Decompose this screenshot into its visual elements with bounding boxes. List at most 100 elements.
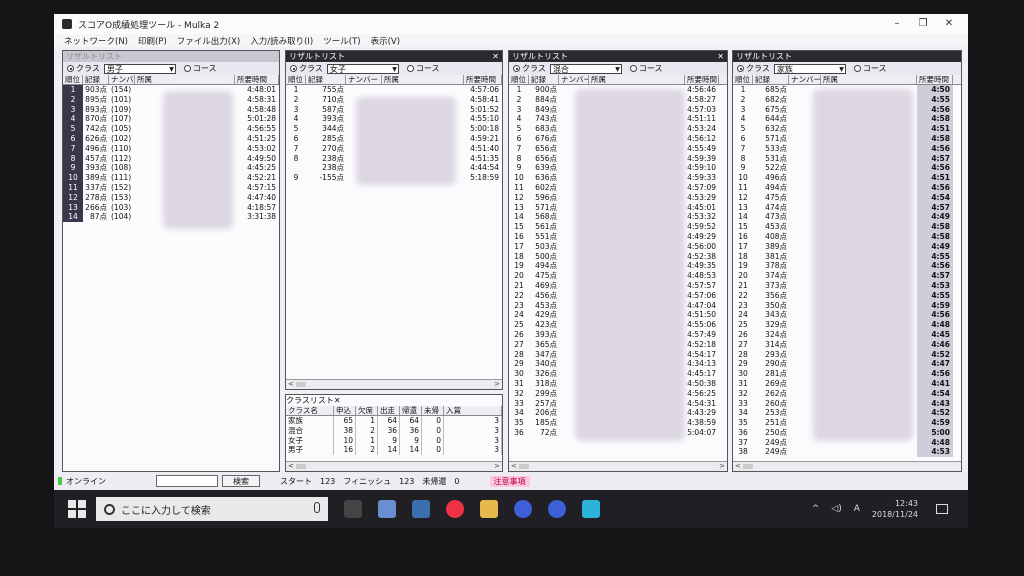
col-affiliation[interactable]: 所属 xyxy=(382,75,464,84)
close-icon[interactable]: ✕ xyxy=(492,51,499,62)
ime-indicator[interactable]: A xyxy=(854,504,860,514)
class-row[interactable]: 女子 10 1 9 9 0 3 xyxy=(286,435,502,446)
time-cell: 4:58 xyxy=(917,133,953,144)
file-explorer-icon[interactable] xyxy=(480,500,498,518)
time-cell: 4:57 xyxy=(917,202,953,213)
col-time[interactable]: 所要時間 xyxy=(235,75,279,84)
course-radio[interactable] xyxy=(183,65,191,72)
menu-view[interactable]: 表示(V) xyxy=(371,35,400,47)
close-button[interactable]: ✕ xyxy=(936,16,962,32)
number-cell: (152) xyxy=(111,182,132,192)
col-time[interactable]: 所要時間 xyxy=(917,75,953,84)
time-cell: 4:53:32 xyxy=(687,212,716,222)
app-icon-5[interactable] xyxy=(582,500,600,518)
col-time[interactable]: 所要時間 xyxy=(464,75,502,84)
col-rank[interactable]: 順位 xyxy=(286,75,306,84)
menu-file-output[interactable]: ファイル出力(X) xyxy=(177,35,240,47)
class-cell: 65 xyxy=(334,416,356,426)
time-cell: 4:45:01 xyxy=(687,202,716,212)
course-radio[interactable] xyxy=(629,65,637,72)
record-cell: 270点 xyxy=(322,143,344,153)
taskbar-search[interactable]: ここに入力して検索 xyxy=(96,497,328,521)
table-row[interactable]: 1 755点 4:57:06 xyxy=(286,85,502,95)
class-select[interactable]: 女子 ▼ xyxy=(326,63,399,74)
col-affiliation[interactable]: 所属 xyxy=(821,75,917,84)
menu-input-read[interactable]: 入力/読み取り(I) xyxy=(250,35,313,47)
rank-cell: 6 xyxy=(516,133,522,143)
class-cell: 9 xyxy=(400,435,422,446)
menu-tools[interactable]: ツール(T) xyxy=(323,35,360,47)
clock[interactable]: 12:43 2018/11/24 xyxy=(872,498,918,520)
volume-icon[interactable]: ◁) xyxy=(831,504,841,514)
horizontal-scrollbar[interactable]: < > xyxy=(286,379,502,389)
search-input[interactable] xyxy=(156,475,218,487)
app-icon-1[interactable] xyxy=(378,500,396,518)
class-select[interactable]: 家族 ▼ xyxy=(773,63,846,74)
app-icon-4[interactable] xyxy=(548,500,566,518)
chrome-icon[interactable] xyxy=(446,500,464,518)
class-cell: 男子 xyxy=(286,445,334,456)
col-rank[interactable]: 順位 xyxy=(509,75,529,84)
col-number[interactable]: ナンバー xyxy=(346,75,382,84)
col-number[interactable]: ナンバー xyxy=(789,75,821,84)
class-radio[interactable] xyxy=(513,65,520,72)
table-row[interactable]: 38 249点 4:53 xyxy=(733,447,961,458)
class-select[interactable]: 混合 ▼ xyxy=(549,63,622,74)
col-affiliation[interactable]: 所属 xyxy=(135,75,235,84)
col-record[interactable]: 記録 xyxy=(306,75,346,84)
col-absent[interactable]: 欠席 xyxy=(356,406,378,415)
status-bar: オンライン 検索 スタート 123 フィニッシュ 123 未帰還 0 注意事項 xyxy=(54,472,968,490)
class-radio[interactable] xyxy=(737,65,744,72)
col-record[interactable]: 記録 xyxy=(83,75,109,84)
col-started[interactable]: 出走 xyxy=(378,406,400,415)
col-prize[interactable]: 入賞 xyxy=(444,406,502,415)
col-not-returned[interactable]: 未帰 xyxy=(422,406,444,415)
time-cell: 4:59:10 xyxy=(687,163,716,173)
windows-start-icon[interactable] xyxy=(68,500,86,518)
class-radio[interactable] xyxy=(67,65,74,72)
menu-network[interactable]: ネットワーク(N) xyxy=(64,35,128,47)
notification-icon[interactable] xyxy=(936,504,948,514)
col-number[interactable]: ナンバー xyxy=(109,75,135,84)
horizontal-scrollbar[interactable]: < xyxy=(733,461,961,471)
close-icon[interactable]: ✕ xyxy=(717,51,724,62)
chevron-up-icon[interactable]: ^ xyxy=(812,504,820,514)
col-returned[interactable]: 帰還 xyxy=(400,406,422,415)
app-icon-3[interactable] xyxy=(514,500,532,518)
horizontal-scrollbar[interactable]: < > xyxy=(286,461,502,471)
col-affiliation[interactable]: 所属 xyxy=(589,75,685,84)
minimize-button[interactable]: – xyxy=(884,16,910,32)
class-row[interactable]: 家族 65 1 64 64 0 3 xyxy=(286,416,502,426)
class-radio[interactable] xyxy=(290,65,297,72)
col-class-name[interactable]: クラス名 xyxy=(286,406,334,415)
col-record[interactable]: 記録 xyxy=(753,75,789,84)
microphone-icon[interactable] xyxy=(314,502,320,513)
col-rank[interactable]: 順位 xyxy=(733,75,753,84)
record-cell: -155点 xyxy=(319,173,344,183)
col-rank[interactable]: 順位 xyxy=(63,75,83,84)
warning-badge[interactable]: 注意事項 xyxy=(489,475,530,487)
record-cell: 365点 xyxy=(535,339,557,349)
record-cell: 347点 xyxy=(535,349,557,359)
horizontal-scrollbar[interactable]: < > xyxy=(509,461,727,471)
class-list-rows: 家族 65 1 64 64 0 3 混合 38 2 36 36 0 3 女子 10 1 9 9 0 3 男子 16 2 14 14… xyxy=(286,416,502,456)
maximize-button[interactable]: ❐ xyxy=(910,16,936,32)
class-select[interactable]: 男子 ▼ xyxy=(103,63,176,74)
time-cell: 4:58:48 xyxy=(247,104,276,114)
col-record[interactable]: 記録 xyxy=(529,75,559,84)
course-radio[interactable] xyxy=(853,65,861,72)
time-cell: 4:55:49 xyxy=(687,143,716,153)
menu-print[interactable]: 印刷(P) xyxy=(138,35,167,47)
app-icon-2[interactable] xyxy=(412,500,430,518)
class-row[interactable]: 混合 38 2 36 36 0 3 xyxy=(286,425,502,436)
course-radio[interactable] xyxy=(406,65,414,72)
close-icon[interactable]: ✕ xyxy=(334,396,341,405)
col-time[interactable]: 所要時間 xyxy=(685,75,719,84)
rank-cell: 3 xyxy=(740,104,746,114)
column-header: 順位 記録 ナンバー 所属 所要時間 xyxy=(286,75,502,85)
col-entries[interactable]: 申込 xyxy=(334,406,356,415)
class-row[interactable]: 男子 16 2 14 14 0 3 xyxy=(286,445,502,456)
task-view-icon[interactable] xyxy=(344,500,362,518)
col-number[interactable]: ナンバー xyxy=(559,75,589,84)
search-button[interactable]: 検索 xyxy=(222,475,260,487)
